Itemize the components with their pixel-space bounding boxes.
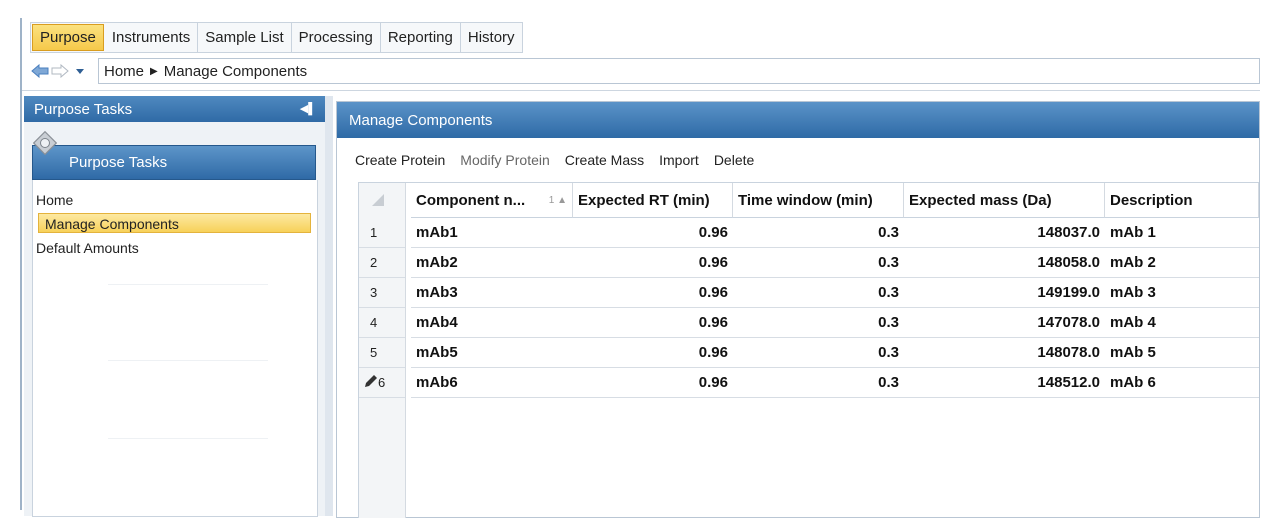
column-header-component-name[interactable]: Component n... 1 ▲	[411, 183, 573, 218]
tab-reporting[interactable]: Reporting	[381, 23, 461, 52]
row-number-label: 3	[370, 285, 378, 300]
select-all-icon[interactable]	[371, 193, 385, 212]
cell-component-name[interactable]: mAb2	[411, 248, 573, 278]
divider	[108, 438, 268, 439]
dropdown-icon[interactable]	[70, 61, 90, 81]
cell-component-name[interactable]: mAb4	[411, 308, 573, 338]
cell-expected-mass[interactable]: 147078.0	[904, 308, 1105, 338]
breadcrumb-separator-icon: ▶	[150, 65, 158, 77]
tab-sample-list[interactable]: Sample List	[198, 23, 292, 52]
purpose-tasks-icon	[32, 130, 58, 156]
task-item-default-amounts[interactable]: Default Amounts	[36, 240, 139, 256]
window-frame	[20, 18, 22, 510]
cell-expected-mass[interactable]: 148078.0	[904, 338, 1105, 368]
column-header-expected-rt[interactable]: Expected RT (min)	[573, 183, 733, 218]
cell-description[interactable]: mAb 6	[1105, 368, 1259, 398]
row-number-label: 4	[370, 315, 378, 330]
main-pane-header: Manage Components	[337, 102, 1259, 138]
cell-time-window[interactable]: 0.3	[733, 338, 904, 368]
cell-description[interactable]: mAb 4	[1105, 308, 1259, 338]
cell-expected-mass[interactable]: 148037.0	[904, 218, 1105, 248]
collapse-pane-icon[interactable]: ◀▌	[300, 102, 316, 115]
modify-protein-button[interactable]: Modify Protein	[460, 152, 549, 168]
tab-processing[interactable]: Processing	[292, 23, 381, 52]
cell-component-name[interactable]: mAb5	[411, 338, 573, 368]
page-title: Manage Components	[349, 111, 493, 129]
left-pane-title: Purpose Tasks	[34, 100, 133, 118]
cell-expected-rt[interactable]: 0.96	[573, 338, 733, 368]
sort-asc-icon: 1 ▲	[548, 194, 567, 206]
cell-time-window[interactable]: 0.3	[733, 308, 904, 338]
row-number[interactable]: 5	[359, 338, 405, 368]
cell-time-window[interactable]: 0.3	[733, 218, 904, 248]
components-grid: Component n... 1 ▲ Expected RT (min) Tim…	[358, 182, 1259, 518]
cell-expected-rt[interactable]: 0.96	[573, 308, 733, 338]
import-button[interactable]: Import	[659, 152, 699, 168]
cell-expected-mass[interactable]: 148058.0	[904, 248, 1105, 278]
left-pane-header: Purpose Tasks	[24, 96, 325, 122]
cell-component-name[interactable]: mAb3	[411, 278, 573, 308]
task-item-manage-components[interactable]: Manage Components	[38, 213, 311, 233]
row-number-label: 5	[370, 345, 378, 360]
cell-expected-rt[interactable]: 0.96	[573, 218, 733, 248]
cell-expected-rt[interactable]: 0.96	[573, 248, 733, 278]
forward-arrow-icon[interactable]	[50, 61, 70, 81]
row-number-label: 2	[370, 255, 378, 270]
row-number[interactable]: 4	[359, 308, 405, 338]
left-task-pane: Purpose Tasks ◀▌ Purpose Tasks Home Mana…	[24, 96, 325, 517]
main-tab-bar: Purpose Instruments Sample List Processi…	[30, 22, 523, 53]
cell-expected-rt[interactable]: 0.96	[573, 278, 733, 308]
cell-expected-mass[interactable]: 149199.0	[904, 278, 1105, 308]
breadcrumb-current[interactable]: Manage Components	[164, 63, 307, 80]
cell-expected-rt[interactable]: 0.96	[573, 368, 733, 398]
cell-component-name[interactable]: mAb1	[411, 218, 573, 248]
pencil-edit-icon	[364, 374, 378, 391]
row-number-label: 6	[378, 375, 386, 390]
column-header-expected-mass[interactable]: Expected mass (Da)	[904, 183, 1105, 218]
cell-description[interactable]: mAb 1	[1105, 218, 1259, 248]
tab-purpose[interactable]: Purpose	[32, 24, 104, 51]
column-header-label: Component n...	[416, 191, 526, 209]
row-number[interactable]: 1	[359, 218, 405, 248]
cell-time-window[interactable]: 0.3	[733, 248, 904, 278]
task-group-title: Purpose Tasks	[69, 154, 168, 171]
cell-description[interactable]: mAb 2	[1105, 248, 1259, 278]
cell-time-window[interactable]: 0.3	[733, 278, 904, 308]
row-number-label: 1	[370, 225, 378, 240]
column-header-description[interactable]: Description	[1105, 183, 1259, 218]
main-pane: Manage Components Create Protein Modify …	[336, 101, 1260, 518]
cell-time-window[interactable]: 0.3	[733, 368, 904, 398]
create-mass-button[interactable]: Create Mass	[565, 152, 644, 168]
divider	[22, 90, 1260, 91]
cell-component-name[interactable]: mAb6	[411, 368, 573, 398]
pane-splitter[interactable]	[325, 96, 333, 516]
navigation-bar: Home ▶ Manage Components	[30, 58, 1260, 84]
divider	[108, 360, 268, 361]
breadcrumb-home[interactable]: Home	[104, 63, 144, 80]
task-item-home[interactable]: Home	[36, 192, 73, 208]
row-number[interactable]: 2	[359, 248, 405, 278]
breadcrumb[interactable]: Home ▶ Manage Components	[98, 58, 1260, 84]
column-header-time-window[interactable]: Time window (min)	[733, 183, 904, 218]
cell-description[interactable]: mAb 3	[1105, 278, 1259, 308]
cell-expected-mass[interactable]: 148512.0	[904, 368, 1105, 398]
cell-description[interactable]: mAb 5	[1105, 338, 1259, 368]
back-arrow-icon[interactable]	[30, 61, 50, 81]
row-number[interactable]: 3	[359, 278, 405, 308]
task-group-header[interactable]: Purpose Tasks	[32, 145, 316, 180]
component-toolbar: Create Protein Modify Protein Create Mas…	[355, 152, 754, 168]
tab-history[interactable]: History	[461, 23, 522, 52]
row-number[interactable]: 6	[359, 368, 405, 398]
create-protein-button[interactable]: Create Protein	[355, 152, 445, 168]
divider	[108, 284, 268, 285]
delete-button[interactable]: Delete	[714, 152, 754, 168]
tab-instruments[interactable]: Instruments	[105, 23, 199, 52]
